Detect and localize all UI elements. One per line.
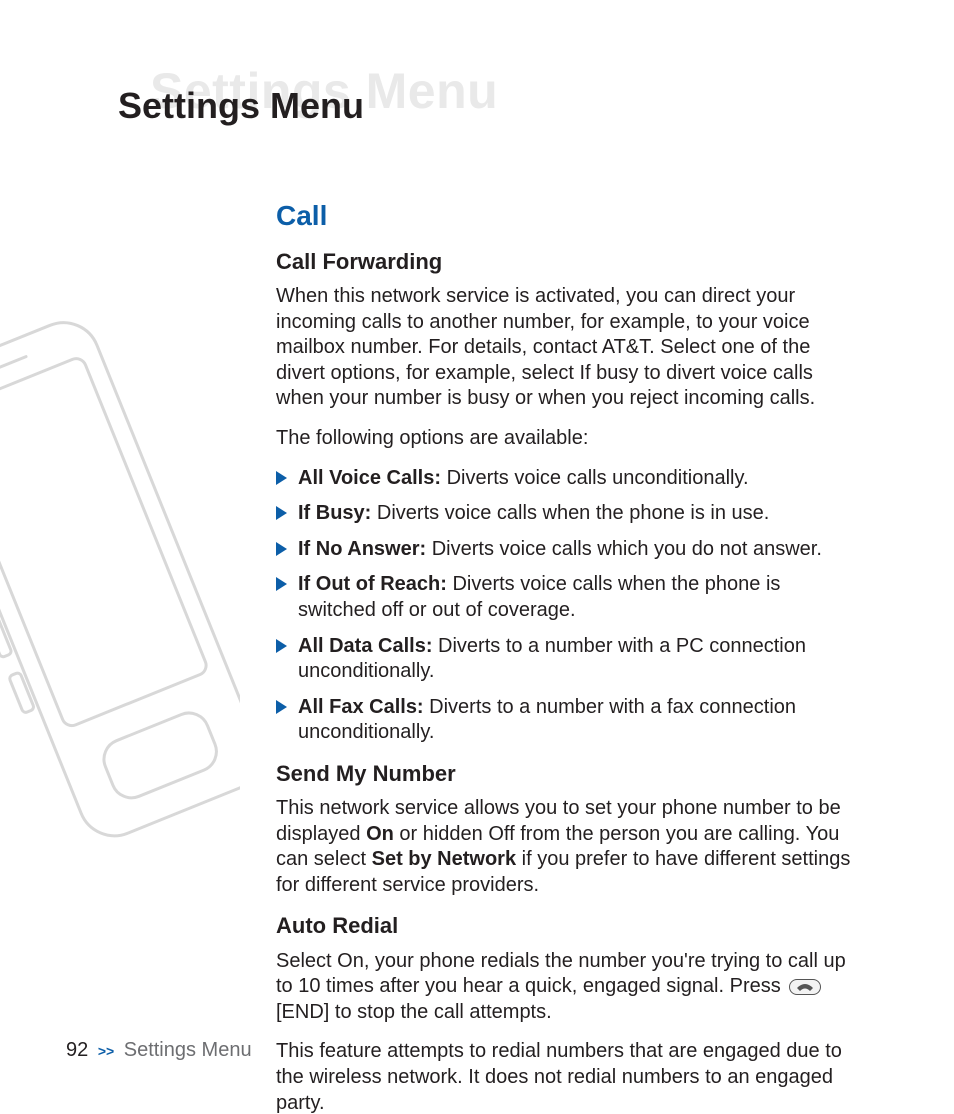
subheading-call-forwarding: Call Forwarding (276, 248, 856, 276)
list-item: If Out of Reach: Diverts voice calls whe… (276, 572, 856, 623)
option-text: Diverts voice calls which you do not ans… (426, 538, 822, 560)
bold-set-by-network: Set by Network (372, 848, 516, 870)
footer-breadcrumb: Settings Menu (124, 1039, 252, 1061)
triangle-bullet-icon (276, 700, 287, 714)
section-heading-call: Call (276, 198, 856, 234)
subheading-auto-redial: Auto Redial (276, 912, 856, 940)
triangle-bullet-icon (276, 506, 287, 520)
page-number: 92 (66, 1039, 88, 1061)
triangle-bullet-icon (276, 577, 287, 591)
send-my-number-para: This network service allows you to set y… (276, 796, 856, 898)
list-item: All Fax Calls: Diverts to a number with … (276, 695, 856, 746)
call-forwarding-para2: The following options are available: (276, 426, 856, 452)
list-item: If Busy: Diverts voice calls when the ph… (276, 501, 856, 527)
text-run: [END] to stop the call attempts. (276, 1001, 552, 1023)
option-label: If Out of Reach: (298, 573, 447, 595)
auto-redial-para2: This feature attempts to redial numbers … (276, 1039, 856, 1114)
option-label: All Fax Calls: (298, 696, 424, 718)
option-text: Diverts voice calls when the phone is in… (371, 502, 769, 524)
manual-page: Settings Menu Settings Menu Call Call Fo… (0, 0, 954, 1114)
page-footer: 92 >> Settings Menu (66, 1039, 252, 1062)
triangle-bullet-icon (276, 471, 287, 485)
list-item: All Voice Calls: Diverts voice calls unc… (276, 466, 856, 492)
option-label: If Busy: (298, 502, 371, 524)
page-title: Settings Menu (118, 85, 364, 127)
list-item: All Data Calls: Diverts to a number with… (276, 634, 856, 685)
option-label: All Data Calls: (298, 635, 432, 657)
chevron-icon: >> (98, 1043, 114, 1059)
option-text: Diverts voice calls unconditionally. (441, 467, 749, 489)
call-forwarding-para1: When this network service is activated, … (276, 284, 856, 412)
bold-on: On (366, 823, 394, 845)
option-label: If No Answer: (298, 538, 426, 560)
subheading-send-my-number: Send My Number (276, 760, 856, 788)
triangle-bullet-icon (276, 639, 287, 653)
end-key-icon (789, 979, 821, 995)
option-label: All Voice Calls: (298, 467, 441, 489)
list-item: If No Answer: Diverts voice calls which … (276, 537, 856, 563)
call-forwarding-options-list: All Voice Calls: Diverts voice calls unc… (276, 466, 856, 746)
phone-outline-illustration (0, 310, 240, 880)
text-run: Select On, your phone redials the number… (276, 950, 846, 998)
triangle-bullet-icon (276, 542, 287, 556)
content-column: Call Call Forwarding When this network s… (276, 198, 856, 1114)
auto-redial-para1: Select On, your phone redials the number… (276, 949, 856, 1026)
